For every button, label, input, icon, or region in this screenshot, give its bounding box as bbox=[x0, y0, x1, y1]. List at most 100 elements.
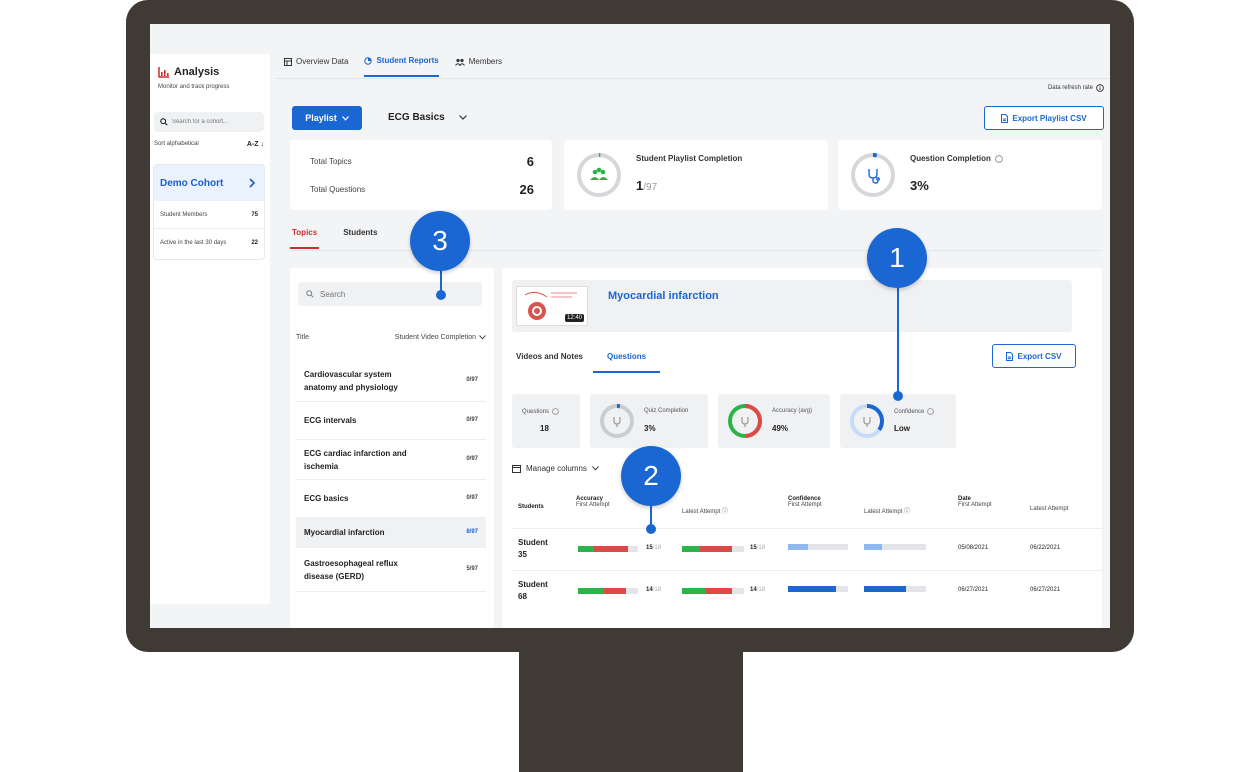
topic-detail-panel: 12:40 Myocardial infarction Videos and N… bbox=[502, 268, 1102, 628]
confidence-latest-bar bbox=[864, 586, 926, 592]
topics-search-input[interactable] bbox=[320, 289, 470, 299]
stethoscope-icon bbox=[863, 417, 871, 427]
accuracy-first-bar bbox=[578, 546, 638, 552]
playlist-completion-ring bbox=[577, 153, 621, 197]
callout-3: 3 bbox=[410, 211, 470, 271]
callout-1-line bbox=[897, 288, 899, 394]
metric-accuracy: Accuracy (avg) 49% bbox=[718, 394, 830, 448]
sort-control[interactable]: Sort alphabetical A-Z ↓ bbox=[154, 141, 264, 148]
topics-list: Cardiovascular system anatomy and physio… bbox=[296, 360, 486, 592]
top-nav: Overview Data Student Reports Members bbox=[284, 56, 502, 77]
detail-tabs: Videos and Notes Questions bbox=[516, 352, 661, 373]
col-video-completion[interactable]: Student Video Completion bbox=[395, 334, 486, 341]
playlist-completion-value: 1/97 bbox=[636, 178, 658, 193]
metric-confidence: Confidence Low bbox=[840, 394, 956, 448]
callout-2: 2 bbox=[621, 446, 681, 506]
callout-1-dot bbox=[893, 391, 903, 401]
export-csv-button[interactable]: Export CSV bbox=[992, 344, 1076, 368]
confidence-first-bar bbox=[788, 586, 848, 592]
analysis-chart-icon bbox=[158, 67, 169, 78]
cohort-header[interactable]: Demo Cohort bbox=[154, 165, 264, 201]
info-icon[interactable] bbox=[552, 408, 559, 415]
cohort-search[interactable] bbox=[154, 112, 264, 132]
stethoscope-icon bbox=[613, 417, 621, 427]
export-playlist-csv-button[interactable]: Export Playlist CSV bbox=[984, 106, 1104, 130]
stethoscope-icon bbox=[741, 417, 749, 427]
tab-videos-and-notes[interactable]: Videos and Notes bbox=[516, 352, 583, 373]
sort-label: Sort alphabetical bbox=[154, 141, 199, 147]
playlist-value: ECG Basics bbox=[388, 112, 445, 123]
chevron-down-icon bbox=[479, 335, 486, 340]
info-icon[interactable] bbox=[927, 408, 935, 415]
totals-card: Total Topics 6 Total Questions 26 bbox=[290, 140, 552, 210]
tab-members[interactable]: Members bbox=[454, 56, 502, 77]
table-row[interactable]: Student 68 14/18 14/18 06/27/2021 06/27/… bbox=[512, 570, 1102, 610]
search-icon bbox=[160, 118, 168, 126]
list-item[interactable]: ECG basics 0/97 bbox=[296, 480, 486, 518]
info-icon bbox=[1096, 84, 1104, 92]
topics-search[interactable] bbox=[298, 282, 482, 306]
main-content: Overview Data Student Reports Members Da… bbox=[276, 24, 1110, 628]
quiz-completion-ring bbox=[600, 404, 634, 438]
document-icon bbox=[1001, 113, 1009, 123]
list-item-selected[interactable]: Myocardial infarction 8/97 bbox=[296, 518, 486, 548]
chevron-down-icon bbox=[458, 115, 467, 120]
cohort-card[interactable]: Demo Cohort Student Members 75 Active in… bbox=[153, 164, 265, 260]
confidence-latest-bar bbox=[864, 544, 926, 550]
total-topics: Total Topics 6 bbox=[310, 154, 534, 169]
confidence-ring bbox=[850, 404, 884, 438]
metric-quiz-completion: Quiz Completion 3% bbox=[590, 394, 708, 448]
question-completion-label: Question Completion bbox=[910, 154, 1003, 163]
tab-questions[interactable]: Questions bbox=[592, 352, 661, 373]
tab-student-reports[interactable]: Student Reports bbox=[364, 56, 439, 77]
tab-overview-data[interactable]: Overview Data bbox=[284, 56, 348, 77]
topics-panel: Title Student Video Completion Cardiovas… bbox=[290, 268, 494, 628]
columns-icon bbox=[512, 464, 521, 473]
tab-topics[interactable]: Topics bbox=[290, 228, 320, 249]
info-icon[interactable] bbox=[994, 154, 1003, 163]
playlist-completion-label: Student Playlist Completion bbox=[636, 154, 743, 163]
manage-columns-button[interactable]: Manage columns bbox=[512, 464, 599, 473]
accuracy-first-bar bbox=[578, 588, 638, 594]
callout-2-dot bbox=[646, 524, 656, 534]
stethoscope-icon bbox=[868, 169, 880, 184]
question-completion-ring bbox=[851, 152, 895, 197]
sub-tabs: Topics Students bbox=[290, 228, 379, 249]
cohort-search-input[interactable] bbox=[172, 119, 258, 125]
playlist-completion-card: Student Playlist Completion 1/97 bbox=[564, 140, 828, 210]
question-completion-card: Question Completion 3% bbox=[838, 140, 1102, 210]
callout-3-dot bbox=[436, 290, 446, 300]
table-row[interactable]: Student 35 15/18 15/18 05/08/2021 06/22/… bbox=[512, 528, 1102, 568]
list-item[interactable]: Gastroesophageal reflux disease (GERD) 5… bbox=[296, 548, 486, 592]
top-nav-divider bbox=[276, 78, 1110, 79]
video-thumbnail[interactable]: 12:40 bbox=[516, 286, 588, 326]
tab-students[interactable]: Students bbox=[341, 228, 379, 249]
accuracy-latest-bar bbox=[682, 588, 744, 594]
cohort-stat-members: Student Members 75 bbox=[154, 201, 264, 229]
sort-value: A-Z bbox=[246, 141, 259, 148]
data-refresh-rate[interactable]: Data refresh rate bbox=[1048, 84, 1104, 92]
callout-1: 1 bbox=[867, 228, 927, 288]
chevron-down-icon bbox=[341, 115, 349, 121]
sort-arrow-icon: ↓ bbox=[260, 141, 265, 148]
list-item[interactable]: ECG cardiac infarction and ischemia 0/97 bbox=[296, 440, 486, 480]
question-completion-value: 3% bbox=[910, 178, 929, 193]
confidence-first-bar bbox=[788, 544, 848, 550]
playlist-dropdown[interactable]: Playlist bbox=[292, 106, 362, 130]
video-card[interactable]: 12:40 Myocardial infarction bbox=[512, 280, 1072, 332]
students-icon bbox=[590, 167, 608, 180]
col-title: Title bbox=[296, 334, 309, 341]
table-icon bbox=[284, 57, 292, 66]
playlist-selector[interactable]: ECG Basics bbox=[388, 112, 467, 123]
accuracy-ring bbox=[728, 404, 762, 438]
screen: Analysis Monitor and track progress Sort… bbox=[150, 24, 1110, 628]
search-icon bbox=[306, 290, 314, 298]
cohort-name: Demo Cohort bbox=[160, 177, 224, 189]
cohort-stat-active: Active in the last 30 days 22 bbox=[160, 240, 258, 246]
list-item[interactable]: ECG intervals 0/97 bbox=[296, 402, 486, 440]
users-icon bbox=[454, 58, 465, 66]
chart-icon bbox=[364, 56, 373, 65]
video-duration: 12:40 bbox=[564, 314, 584, 322]
list-item[interactable]: Cardiovascular system anatomy and physio… bbox=[296, 360, 486, 402]
video-title[interactable]: Myocardial infarction bbox=[608, 290, 719, 302]
